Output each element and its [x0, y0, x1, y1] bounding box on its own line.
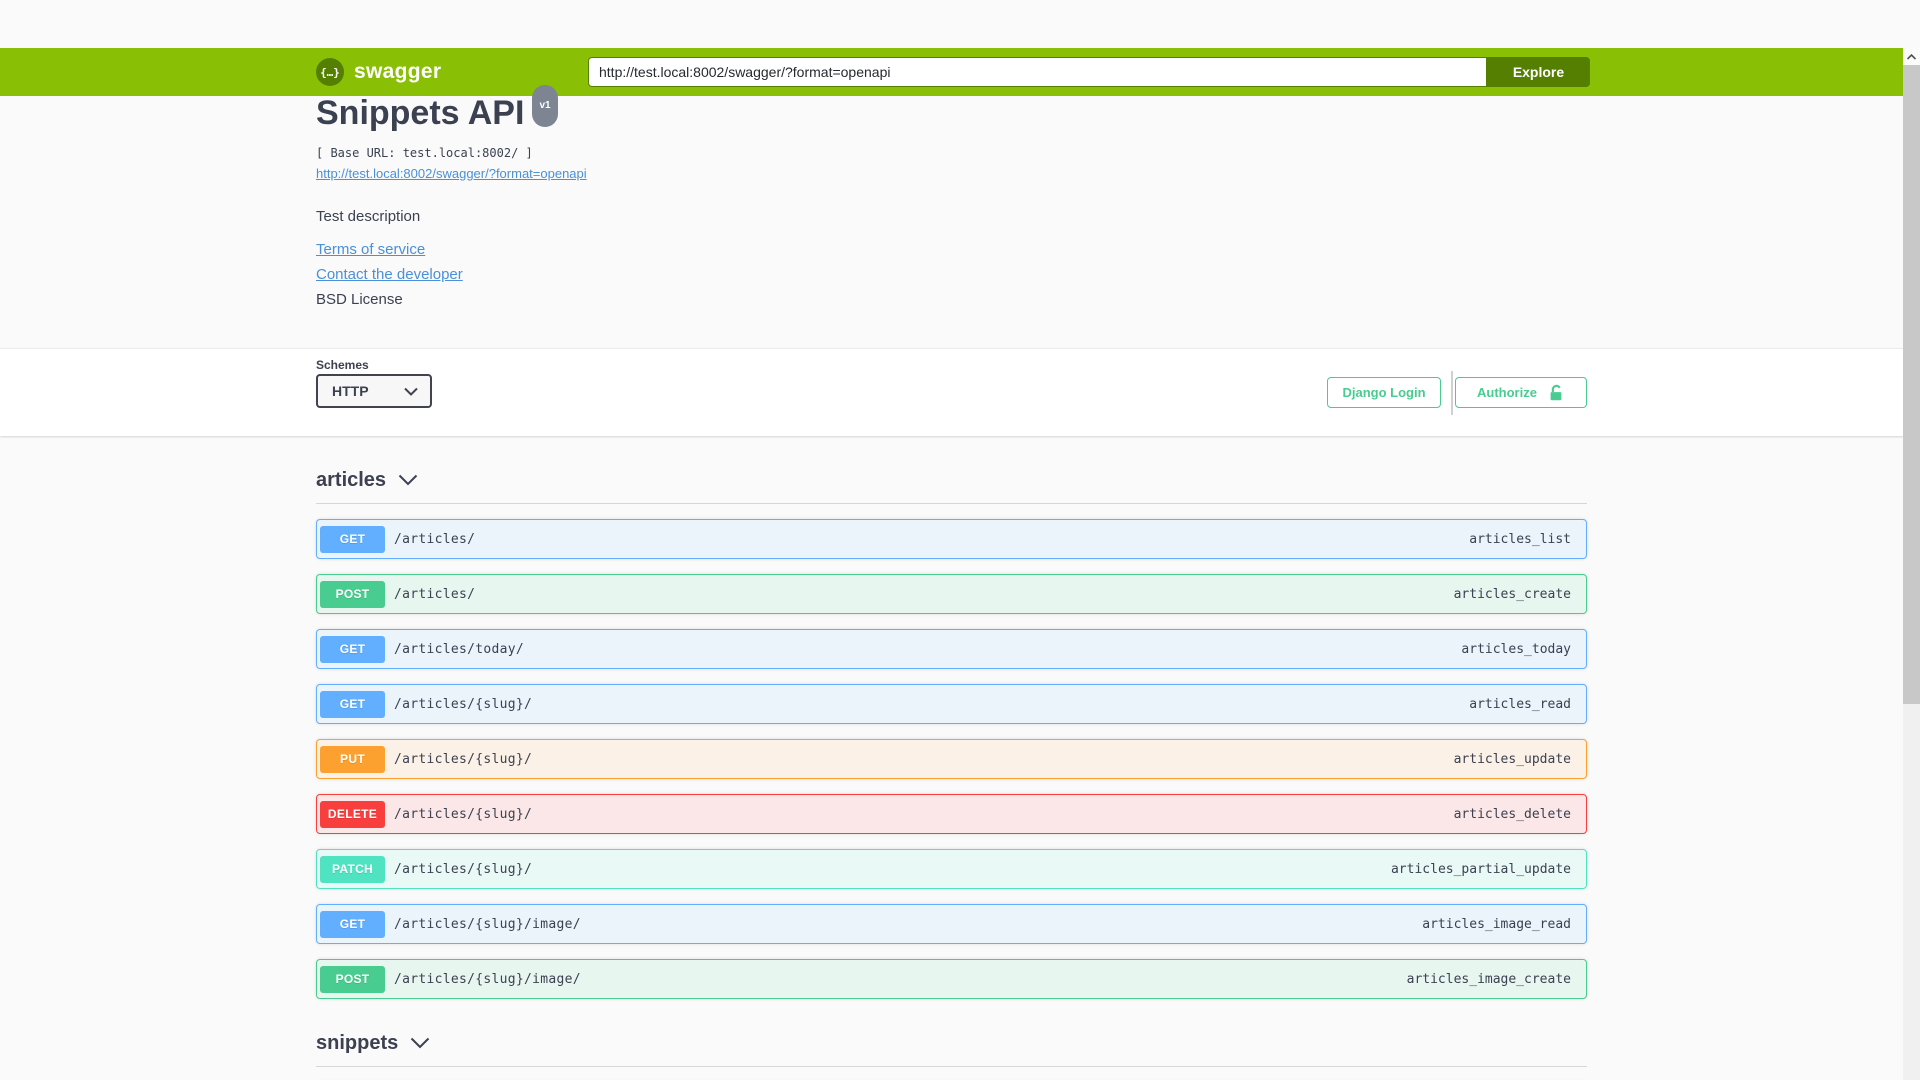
method-badge: GET — [320, 635, 385, 663]
version-badge: v1 — [532, 85, 558, 127]
tag-divider — [316, 1066, 1587, 1067]
license-text: BSD License — [316, 291, 403, 308]
operation-row[interactable]: GET /articles/today/ articles_today — [316, 629, 1587, 669]
operation-id: articles_list — [1469, 531, 1571, 547]
auth-divider — [1451, 371, 1453, 415]
operation-id: articles_image_read — [1422, 916, 1571, 932]
operation-path: /articles/{slug}/ — [394, 861, 533, 877]
method-badge: DELETE — [320, 800, 385, 828]
operation-id: articles_delete — [1453, 806, 1571, 822]
operation-path: /articles/{slug}/ — [394, 696, 533, 712]
operation-path: /articles/{slug}/ — [394, 806, 533, 822]
authorize-label: Authorize — [1477, 385, 1537, 400]
operation-row[interactable]: POST /articles/{slug}/image/ articles_im… — [316, 959, 1587, 999]
explore-button[interactable]: Explore — [1487, 57, 1590, 87]
chevron-down-icon — [411, 1037, 430, 1049]
tag-header-snippets[interactable]: snippets — [316, 1030, 430, 1056]
method-badge: POST — [320, 965, 385, 993]
operation-id: articles_image_create — [1406, 971, 1571, 987]
operation-row[interactable]: POST /articles/ articles_create — [316, 574, 1587, 614]
base-url: [ Base URL: test.local:8002/ ] — [316, 146, 533, 160]
tag-label: snippets — [316, 1031, 399, 1054]
operation-row[interactable]: PATCH /articles/{slug}/ articles_partial… — [316, 849, 1587, 889]
operation-path: /articles/{slug}/image/ — [394, 971, 581, 987]
schemes-selected-value: HTTP — [332, 383, 369, 399]
django-login-button[interactable]: Django Login — [1327, 377, 1441, 408]
operation-path: /articles/ — [394, 586, 476, 602]
schemes-select[interactable]: HTTP — [316, 374, 432, 408]
operation-id: articles_create — [1453, 586, 1571, 602]
topbar: {…} swagger Explore — [0, 48, 1903, 96]
method-badge: PUT — [320, 745, 385, 773]
tag-header-articles[interactable]: articles — [316, 467, 418, 493]
scrollbar[interactable] — [1903, 48, 1920, 1080]
operation-row[interactable]: GET /articles/{slug}/image/ articles_ima… — [316, 904, 1587, 944]
tag-divider — [316, 503, 1587, 504]
swagger-logo: {…} swagger — [316, 58, 441, 86]
operation-path: /articles/ — [394, 531, 476, 547]
operations-root: articles GET /articles/ articles_list PO… — [316, 467, 1587, 1080]
unlock-icon — [1550, 384, 1562, 400]
method-badge: GET — [320, 910, 385, 938]
operation-row[interactable]: PUT /articles/{slug}/ articles_update — [316, 739, 1587, 779]
operation-id: articles_read — [1469, 696, 1571, 712]
method-badge: GET — [320, 525, 385, 553]
brand-title: swagger — [354, 60, 442, 83]
operation-path: /articles/{slug}/ — [394, 751, 533, 767]
operation-path: /articles/today/ — [394, 641, 525, 657]
contact-developer-link[interactable]: Contact the developer — [316, 267, 463, 283]
tag-label: articles — [316, 468, 387, 491]
page-title: Snippets API v1 — [316, 85, 1587, 137]
tag-section: articles GET /articles/ articles_list PO… — [316, 467, 1587, 999]
scrollbar-up-button[interactable] — [1903, 48, 1920, 65]
chevron-down-icon — [404, 387, 418, 396]
method-badge: GET — [320, 690, 385, 718]
terms-of-service-link[interactable]: Terms of service — [316, 242, 425, 258]
operation-row[interactable]: DELETE /articles/{slug}/ articles_delete — [316, 794, 1587, 834]
chevron-down-icon — [398, 474, 418, 486]
operation-row[interactable]: GET /articles/{slug}/ articles_read — [316, 684, 1587, 724]
operation-path: /articles/{slug}/image/ — [394, 916, 581, 932]
scrollbar-thumb[interactable] — [1903, 65, 1920, 704]
scroll-up-icon — [1907, 53, 1916, 60]
method-badge: PATCH — [320, 855, 385, 883]
tag-section: snippets GET /snippets/ snippets_list — [316, 1030, 1587, 1080]
authorize-button[interactable]: Authorize — [1455, 377, 1587, 408]
method-badge: POST — [320, 580, 385, 608]
spec-url-input[interactable] — [588, 57, 1487, 87]
operation-id: articles_update — [1453, 751, 1571, 767]
spec-link[interactable]: http://test.local:8002/swagger/?format=o… — [316, 167, 587, 180]
operation-id: articles_partial_update — [1390, 861, 1571, 877]
swagger-braces-icon: {…} — [316, 58, 344, 86]
operation-row[interactable]: GET /articles/ articles_list — [316, 519, 1587, 559]
api-description: Test description — [316, 208, 421, 225]
operation-id: articles_today — [1461, 641, 1571, 657]
api-title-text: Snippets API — [316, 94, 525, 132]
schemes-label: Schemes — [316, 358, 369, 372]
scheme-container: Schemes HTTP Django Login Authorize — [0, 348, 1920, 436]
django-login-label: Django Login — [1342, 385, 1426, 400]
